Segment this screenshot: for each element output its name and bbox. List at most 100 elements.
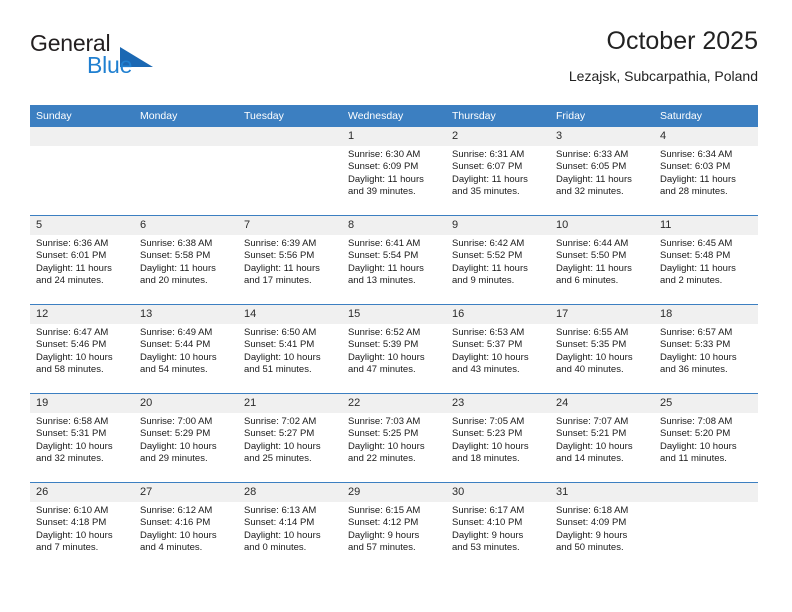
calendar-day-cell[interactable]: 3 Sunrise: 6:33 AM Sunset: 6:05 PM Daylight…	[550, 127, 654, 216]
calendar-day-cell[interactable]: 24 Sunrise: 7:07 AM Sunset: 5:21 PM Dayligh…	[550, 393, 654, 483]
title-block: October 2025 Lezajsk, Subcarpathia, Pola…	[569, 26, 758, 86]
calendar-day-cell[interactable]: 14 Sunrise: 6:50 AM Sunset: 5:41 PM Dayligh…	[238, 304, 342, 394]
day-details: Sunrise: 6:45 AM Sunset: 5:48 PM Daylight:…	[654, 235, 758, 288]
calendar-day-cell[interactable]: 31 Sunrise: 6:18 AM Sunset: 4:09 PM Dayligh…	[550, 482, 654, 571]
calendar-day-cell[interactable]: 17 Sunrise: 6:55 AM Sunset: 5:35 PM Dayligh…	[550, 304, 654, 394]
calendar-day-cell[interactable]: 16 Sunrise: 6:53 AM Sunset: 5:37 PM Dayligh…	[446, 304, 550, 394]
daylight-duration-line2: and 0 minutes.	[244, 542, 307, 554]
daylight-duration-line2: and 11 minutes.	[660, 453, 727, 465]
calendar-day-cell[interactable]: 28 Sunrise: 6:13 AM Sunset: 4:14 PM Dayligh…	[238, 482, 342, 571]
day-number: 13	[134, 305, 238, 324]
day-number: 18	[654, 305, 758, 324]
calendar-day-cell[interactable]: 18 Sunrise: 6:57 AM Sunset: 5:33 PM Dayligh…	[654, 304, 758, 394]
daylight-duration-line2: and 13 minutes.	[348, 275, 416, 287]
daylight-duration-line1: Daylight: 11 hours	[348, 262, 424, 274]
calendar-day-cell[interactable]: 15 Sunrise: 6:52 AM Sunset: 5:39 PM Dayligh…	[342, 304, 446, 394]
calendar-day-cell[interactable]: 5 Sunrise: 6:36 AM Sunset: 6:01 PM Daylight…	[30, 215, 134, 305]
daylight-duration-line2: and 6 minutes.	[556, 275, 619, 287]
sunrise-time: Sunrise: 6:44 AM	[556, 238, 629, 249]
daylight-duration-line1: Daylight: 11 hours	[660, 262, 736, 274]
sunset-time: Sunset: 5:52 PM	[452, 250, 523, 262]
daylight-duration-line2: and 50 minutes.	[556, 542, 624, 554]
day-number: 7	[238, 216, 342, 235]
general-blue-logo[interactable]: General Blue	[30, 30, 210, 86]
daylight-duration-line2: and 35 minutes.	[452, 186, 520, 198]
day-details: Sunrise: 6:15 AM Sunset: 4:12 PM Daylight:…	[342, 502, 446, 555]
sunset-time: Sunset: 4:16 PM	[140, 517, 211, 529]
sunrise-time: Sunrise: 6:18 AM	[556, 505, 629, 516]
calendar-day-cell[interactable]: 4 Sunrise: 6:34 AM Sunset: 6:03 PM Daylight…	[654, 127, 758, 216]
daylight-duration-line1: Daylight: 11 hours	[348, 173, 424, 185]
calendar-day-cell[interactable]: 19 Sunrise: 6:58 AM Sunset: 5:31 PM Dayligh…	[30, 393, 134, 483]
weekday-header-thursday: Thursday	[446, 105, 550, 127]
calendar-day-cell[interactable]: 10 Sunrise: 6:44 AM Sunset: 5:50 PM Dayligh…	[550, 215, 654, 305]
sunset-time: Sunset: 6:03 PM	[660, 161, 731, 173]
calendar-day-cell[interactable]: 22 Sunrise: 7:03 AM Sunset: 5:25 PM Dayligh…	[342, 393, 446, 483]
calendar-day-cell[interactable]: 6 Sunrise: 6:38 AM Sunset: 5:58 PM Daylight…	[134, 215, 238, 305]
day-number: 23	[446, 394, 550, 413]
sunrise-time: Sunrise: 6:50 AM	[244, 327, 317, 338]
calendar-day-cell[interactable]: 2 Sunrise: 6:31 AM Sunset: 6:07 PM Daylight…	[446, 127, 550, 216]
day-details: Sunrise: 6:41 AM Sunset: 5:54 PM Daylight:…	[342, 235, 446, 288]
daylight-duration-line1: Daylight: 10 hours	[140, 529, 217, 541]
calendar-day-cell[interactable]: 27 Sunrise: 6:12 AM Sunset: 4:16 PM Dayligh…	[134, 482, 238, 571]
calendar-day-cell[interactable]: 30 Sunrise: 6:17 AM Sunset: 4:10 PM Dayligh…	[446, 482, 550, 571]
calendar-day-cell-empty	[238, 127, 342, 216]
daylight-duration-line1: Daylight: 9 hours	[452, 529, 524, 541]
sunrise-time: Sunrise: 6:41 AM	[348, 238, 421, 249]
daylight-duration-line2: and 17 minutes.	[244, 275, 312, 287]
daylight-duration-line1: Daylight: 9 hours	[348, 529, 420, 541]
calendar-day-cell[interactable]: 23 Sunrise: 7:05 AM Sunset: 5:23 PM Dayligh…	[446, 393, 550, 483]
daylight-duration-line1: Daylight: 10 hours	[660, 440, 737, 452]
daylight-duration-line1: Daylight: 10 hours	[36, 440, 113, 452]
calendar-day-cell[interactable]: 20 Sunrise: 7:00 AM Sunset: 5:29 PM Dayligh…	[134, 393, 238, 483]
sunrise-time: Sunrise: 6:52 AM	[348, 327, 421, 338]
sunset-time: Sunset: 5:25 PM	[348, 428, 419, 440]
calendar-day-cell[interactable]: 1 Sunrise: 6:30 AM Sunset: 6:09 PM Daylight…	[342, 127, 446, 216]
daylight-duration-line2: and 24 minutes.	[36, 275, 104, 287]
day-number: 5	[30, 216, 134, 235]
daylight-duration-line1: Daylight: 10 hours	[244, 351, 321, 363]
day-details: Sunrise: 6:53 AM Sunset: 5:37 PM Daylight:…	[446, 324, 550, 377]
calendar-week-row: 1 Sunrise: 6:30 AM Sunset: 6:09 PM Daylight…	[30, 127, 758, 216]
sunset-time: Sunset: 4:10 PM	[452, 517, 523, 529]
sunset-time: Sunset: 4:18 PM	[36, 517, 107, 529]
calendar-day-cell[interactable]: 21 Sunrise: 7:02 AM Sunset: 5:27 PM Dayligh…	[238, 393, 342, 483]
daylight-duration-line1: Daylight: 10 hours	[660, 351, 737, 363]
calendar-day-cell[interactable]: 12 Sunrise: 6:47 AM Sunset: 5:46 PM Dayligh…	[30, 304, 134, 394]
day-number: 15	[342, 305, 446, 324]
calendar-day-cell[interactable]: 8 Sunrise: 6:41 AM Sunset: 5:54 PM Daylight…	[342, 215, 446, 305]
calendar-day-cell[interactable]: 25 Sunrise: 7:08 AM Sunset: 5:20 PM Dayligh…	[654, 393, 758, 483]
day-details: Sunrise: 6:12 AM Sunset: 4:16 PM Daylight:…	[134, 502, 238, 555]
sunset-time: Sunset: 5:35 PM	[556, 339, 627, 351]
daylight-duration-line1: Daylight: 11 hours	[244, 262, 320, 274]
calendar-header-row: Sunday Monday Tuesday Wednesday Thursday…	[30, 105, 758, 127]
day-number: 9	[446, 216, 550, 235]
day-number: 28	[238, 483, 342, 502]
calendar-day-cell[interactable]: 7 Sunrise: 6:39 AM Sunset: 5:56 PM Daylight…	[238, 215, 342, 305]
day-number	[134, 127, 238, 146]
sunrise-time: Sunrise: 6:34 AM	[660, 149, 733, 160]
sunset-time: Sunset: 5:23 PM	[452, 428, 523, 440]
calendar-day-cell[interactable]: 11 Sunrise: 6:45 AM Sunset: 5:48 PM Dayligh…	[654, 215, 758, 305]
sunset-time: Sunset: 5:46 PM	[36, 339, 107, 351]
calendar-day-cell[interactable]: 13 Sunrise: 6:49 AM Sunset: 5:44 PM Dayligh…	[134, 304, 238, 394]
day-number: 8	[342, 216, 446, 235]
daylight-duration-line2: and 7 minutes.	[36, 542, 99, 554]
sunset-time: Sunset: 5:44 PM	[140, 339, 211, 351]
day-number: 2	[446, 127, 550, 146]
daylight-duration-line1: Daylight: 10 hours	[556, 440, 633, 452]
day-number: 20	[134, 394, 238, 413]
sunrise-time: Sunrise: 6:45 AM	[660, 238, 733, 249]
day-number: 19	[30, 394, 134, 413]
daylight-duration-line1: Daylight: 11 hours	[452, 173, 528, 185]
calendar-day-cell[interactable]: 26 Sunrise: 6:10 AM Sunset: 4:18 PM Dayligh…	[30, 482, 134, 571]
sunset-time: Sunset: 5:31 PM	[36, 428, 107, 440]
day-details: Sunrise: 6:55 AM Sunset: 5:35 PM Daylight:…	[550, 324, 654, 377]
calendar-day-cell[interactable]: 9 Sunrise: 6:42 AM Sunset: 5:52 PM Daylight…	[446, 215, 550, 305]
sunrise-time: Sunrise: 7:08 AM	[660, 416, 733, 427]
calendar-day-cell[interactable]: 29 Sunrise: 6:15 AM Sunset: 4:12 PM Dayligh…	[342, 482, 446, 571]
sunset-time: Sunset: 5:58 PM	[140, 250, 211, 262]
day-number	[238, 127, 342, 146]
day-number: 6	[134, 216, 238, 235]
